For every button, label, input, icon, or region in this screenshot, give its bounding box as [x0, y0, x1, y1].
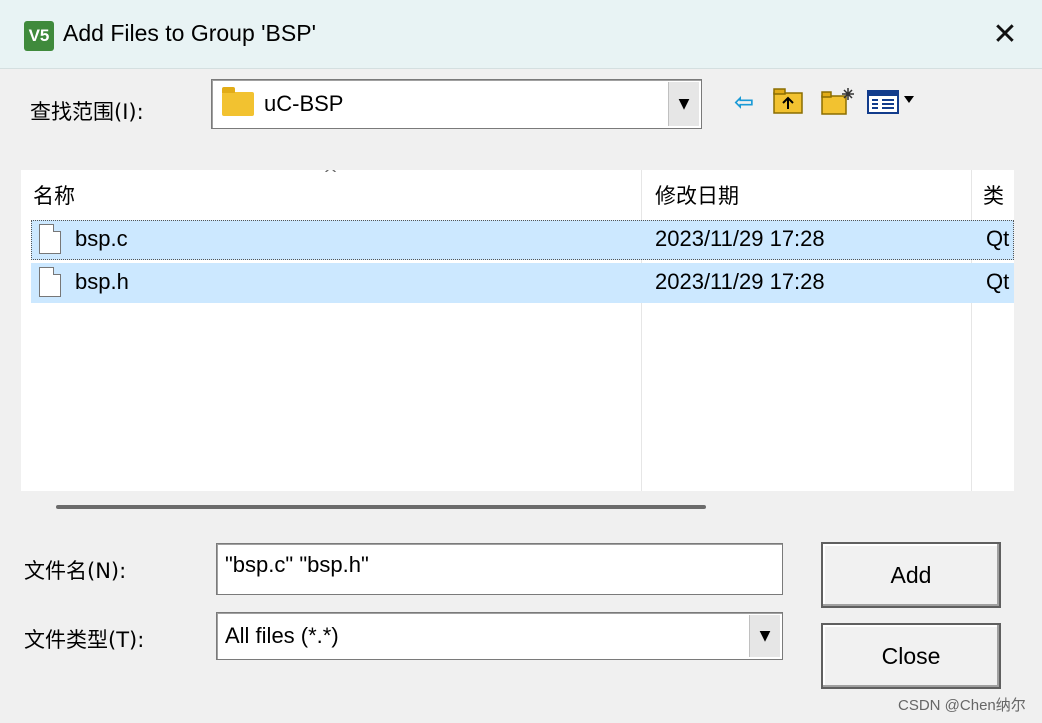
column-separator [641, 170, 642, 491]
back-arrow-icon[interactable]: ⇦ [728, 86, 760, 118]
file-list[interactable]: ^ 名称 修改日期 类 bsp.c 2023/11/29 17:28 Qt bs… [21, 170, 1014, 491]
filename-label: 文件名(N): [24, 559, 127, 583]
filename-value: "bsp.c" "bsp.h" [225, 552, 369, 577]
lookin-dropdown[interactable]: uC-BSP ▼ [211, 79, 702, 129]
horizontal-scrollbar[interactable] [56, 505, 706, 509]
close-icon[interactable]: ✕ [984, 16, 1026, 54]
column-separator [971, 170, 972, 491]
up-folder-svg [773, 88, 803, 114]
lookin-label: 查找范围(I): [30, 100, 144, 124]
app-icon: V5 [24, 21, 54, 51]
filetype-label: 文件类型(T): [24, 628, 145, 652]
file-row[interactable]: bsp.c 2023/11/29 17:28 Qt [31, 220, 1014, 260]
file-name: bsp.h [75, 269, 129, 294]
file-icon [39, 224, 61, 254]
column-header-name[interactable]: 名称 [33, 180, 75, 210]
window-title: Add Files to Group 'BSP' [63, 20, 316, 46]
filetype-dropdown[interactable]: All files (*.*) ▼ [216, 612, 783, 660]
column-header-type[interactable]: 类 [983, 180, 1004, 210]
up-folder-icon[interactable] [772, 86, 806, 118]
add-button[interactable]: Add [821, 542, 1001, 608]
sort-ascending-icon: ^ [323, 170, 339, 185]
chevron-down-icon[interactable]: ▼ [749, 615, 780, 657]
close-button[interactable]: Close [821, 623, 1001, 689]
folder-icon [222, 87, 254, 116]
view-menu-svg [867, 90, 914, 114]
file-name: bsp.c [75, 226, 128, 251]
new-folder-icon[interactable] [820, 86, 856, 118]
chevron-down-icon[interactable]: ▼ [668, 82, 699, 126]
file-type: Qt [986, 269, 1010, 294]
lookin-value: uC-BSP [264, 91, 344, 116]
column-header-modified[interactable]: 修改日期 [655, 180, 739, 210]
file-icon [39, 267, 61, 297]
file-modified: 2023/11/29 17:28 [655, 226, 825, 251]
file-row[interactable]: bsp.h 2023/11/29 17:28 Qt [31, 263, 1014, 303]
view-menu-icon[interactable] [866, 86, 926, 118]
new-folder-svg [821, 88, 854, 115]
filename-input[interactable]: "bsp.c" "bsp.h" [216, 543, 783, 595]
watermark: CSDN @Chen纳尔 [898, 697, 1026, 714]
file-type: Qt [986, 226, 1010, 251]
title-bar: V5 Add Files to Group 'BSP' ✕ [0, 0, 1042, 69]
filetype-value: All files (*.*) [225, 623, 339, 648]
file-modified: 2023/11/29 17:28 [655, 269, 825, 294]
